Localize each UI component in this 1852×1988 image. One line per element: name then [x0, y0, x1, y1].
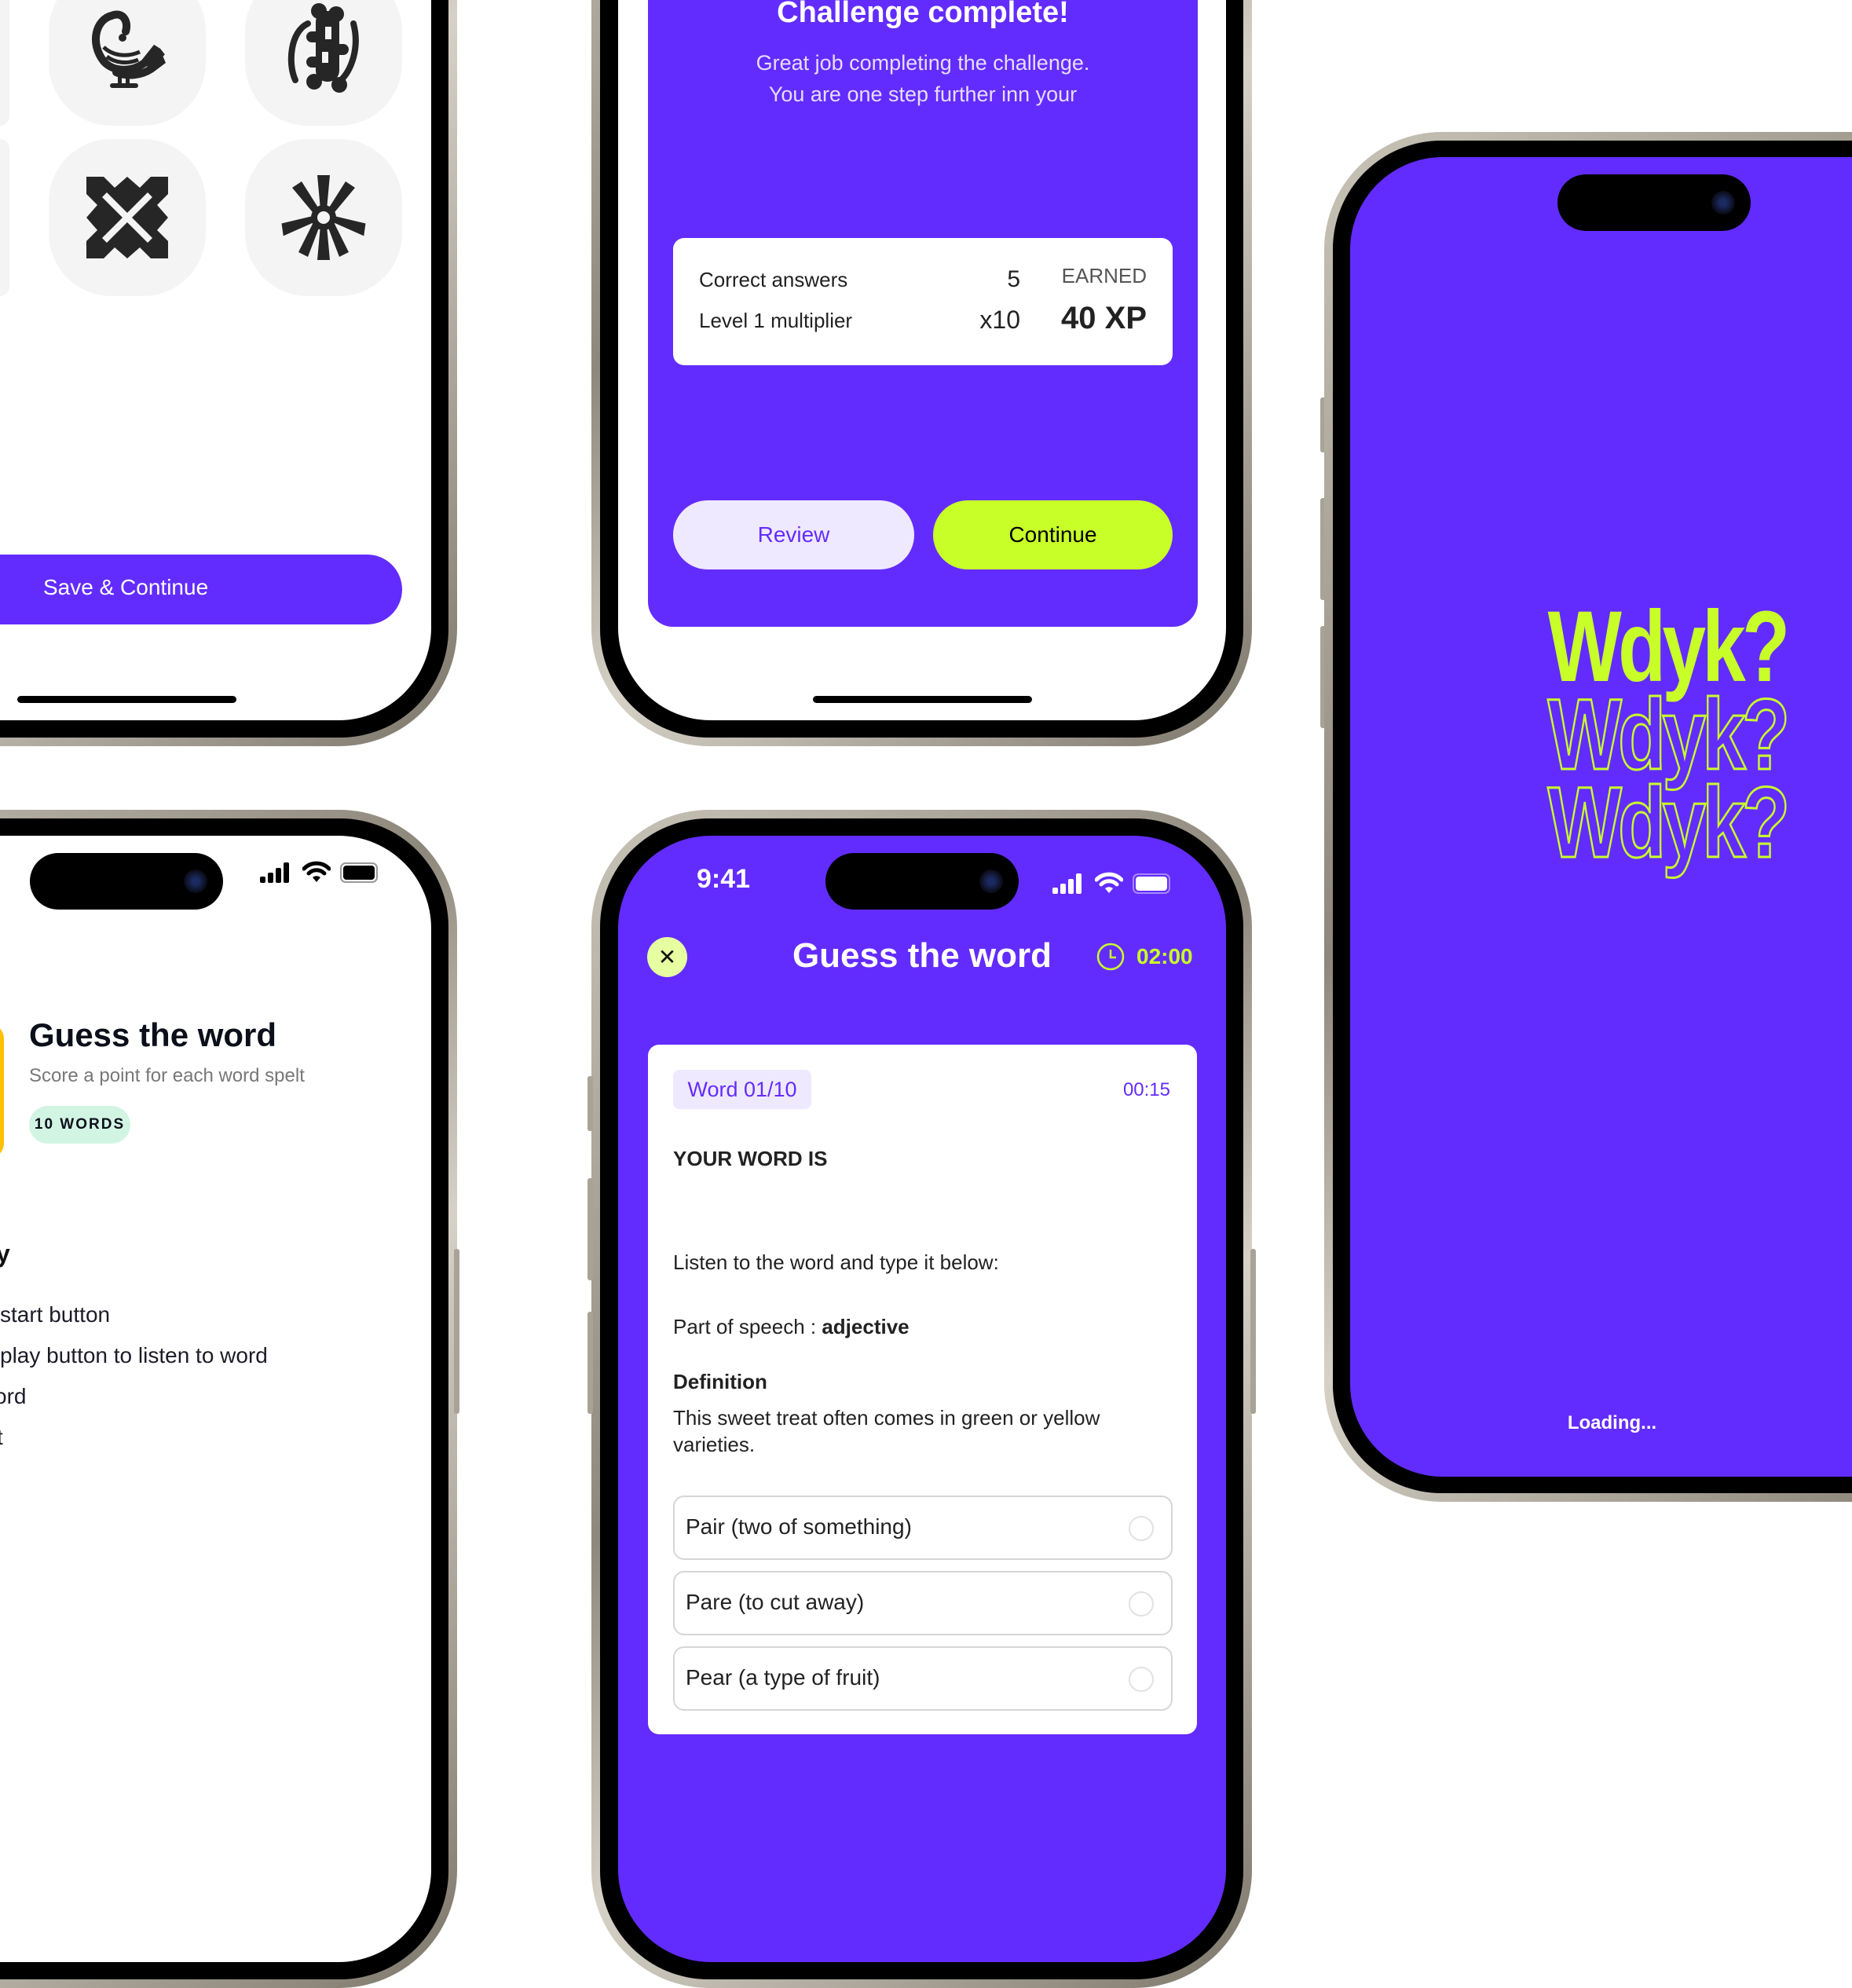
words-count-badge: 10 WORDS — [29, 1106, 130, 1144]
dame-dame-cross-icon — [86, 177, 168, 258]
word-timer: 00:15 — [1122, 1079, 1170, 1100]
radio-icon[interactable] — [1129, 1591, 1154, 1616]
home-indicator — [813, 696, 1032, 703]
camera-lens — [979, 870, 1003, 893]
save-continue-button[interactable]: Save & Continue — [0, 555, 402, 624]
option-pare[interactable]: Pare (to cut away) — [673, 1571, 1173, 1635]
quiz-title: Guess the word — [792, 936, 1052, 975]
results-card: Correct answers 5 Level 1 multiplier x10… — [673, 238, 1173, 365]
pos-value: adjective — [822, 1315, 910, 1338]
logo-line-outline: Wdyk? — [1546, 767, 1791, 879]
symbol-tile-flower[interactable] — [245, 139, 402, 296]
wifi-icon — [1095, 872, 1123, 893]
gye-nyame-icon — [287, 3, 359, 93]
word-counter: Word 01/10 — [673, 1070, 811, 1109]
option-label: Pair (two of something) — [686, 1514, 912, 1539]
symbol-tile-partial[interactable] — [0, 139, 9, 296]
symbol-tile-gye-nyame[interactable] — [245, 0, 402, 126]
wdyk-logo: Wdyk? Wdyk? Wdyk? — [1517, 597, 1799, 879]
side-button — [454, 1249, 459, 1414]
game-subtitle: Score a point for each word spelt — [29, 1065, 305, 1086]
game-intro-screen: Guess the word Score a point for each wo… — [0, 836, 431, 1962]
signal-icon — [260, 862, 289, 883]
camera-lens — [184, 870, 207, 893]
game-title: Guess the word — [29, 1016, 277, 1053]
side-button — [587, 1076, 593, 1131]
challenge-panel: Challenge complete! Great job completing… — [648, 0, 1198, 627]
option-label: Pear (a type of fruit) — [686, 1665, 880, 1690]
symbol-tile-dame-dame[interactable] — [49, 139, 206, 296]
option-pear[interactable]: Pear (a type of fruit) — [673, 1646, 1173, 1711]
definition-text: This sweet treat often comes in green or… — [673, 1406, 1100, 1456]
continue-label: Continue — [1008, 522, 1097, 547]
save-continue-label: Save & Continue — [43, 575, 209, 599]
how-to-play-heading: y — [0, 1239, 10, 1268]
instruction-text: Listen to the word and type it below: — [673, 1250, 999, 1274]
radio-icon[interactable] — [1129, 1516, 1154, 1541]
option-label: Pare (to cut away) — [686, 1590, 865, 1614]
side-button — [587, 1312, 593, 1414]
word-card: Word 01/10 00:15 YOUR WORD IS Listen to … — [648, 1045, 1197, 1734]
multiplier-value: x10 — [979, 306, 1020, 334]
challenge-title: Challenge complete! — [777, 0, 1069, 29]
multiplier-label: Level 1 multiplier — [699, 309, 853, 332]
earned-xp-value: 40 XP — [1061, 301, 1147, 335]
part-of-speech: Part of speech : adjective — [673, 1315, 910, 1339]
correct-answers-value: 5 — [1007, 266, 1020, 292]
battery-icon — [1133, 873, 1170, 894]
sankofa-bird-icon — [92, 10, 166, 88]
clock-icon — [1096, 943, 1125, 971]
step-2: play button to listen to word — [0, 1343, 268, 1367]
symbol-tile-sankofa[interactable] — [49, 0, 206, 126]
symbols-screen: Save & Continue — [0, 0, 431, 720]
quiz-screen: 9:41 ✕ Guess the word 02:00 Word 01/10 0… — [618, 836, 1226, 1962]
wifi-icon — [302, 861, 331, 882]
game-tile-icon — [0, 1024, 4, 1158]
challenge-screen: Challenge complete! Great job completing… — [618, 0, 1226, 720]
definition-label: Definition — [673, 1370, 767, 1393]
challenge-subtitle-1: Great job completing the challenge. — [756, 51, 1090, 75]
side-button — [587, 1178, 593, 1280]
loading-text: Loading... — [1567, 1412, 1657, 1433]
pos-label: Part of speech : — [673, 1315, 822, 1338]
word-counter-label: Word 01/10 — [687, 1078, 797, 1101]
step-3: ord — [0, 1384, 27, 1408]
challenge-subtitle-2: You are one step further inn your — [768, 82, 1078, 106]
quiz-timer: 02:00 — [1136, 944, 1193, 968]
splash-screen: Wdyk? Wdyk? Wdyk? Loading... — [1350, 157, 1852, 1477]
signal-icon — [1052, 873, 1082, 894]
home-indicator — [17, 696, 236, 703]
your-word-label: YOUR WORD IS — [673, 1147, 828, 1170]
review-label: Review — [757, 522, 830, 547]
radio-icon[interactable] — [1129, 1667, 1154, 1692]
battery-icon — [340, 862, 378, 883]
dynamic-island — [30, 853, 223, 910]
continue-button[interactable]: Continue — [933, 500, 1173, 569]
option-pair[interactable]: Pair (two of something) — [673, 1496, 1173, 1560]
step-1: start button — [0, 1302, 111, 1327]
symbol-tile-partial[interactable] — [0, 0, 9, 126]
step-4: t — [0, 1425, 3, 1450]
earned-label: EARNED — [1061, 264, 1147, 287]
correct-answers-label: Correct answers — [699, 268, 848, 291]
status-time: 9:41 — [697, 864, 751, 894]
dynamic-island — [1557, 174, 1751, 231]
side-button — [1250, 1249, 1256, 1414]
dynamic-island — [825, 853, 1019, 910]
asterisk-flower-icon — [281, 175, 366, 260]
camera-lens — [1711, 191, 1735, 214]
words-count-label: 10 WORDS — [34, 1116, 126, 1133]
review-button[interactable]: Review — [673, 500, 914, 569]
